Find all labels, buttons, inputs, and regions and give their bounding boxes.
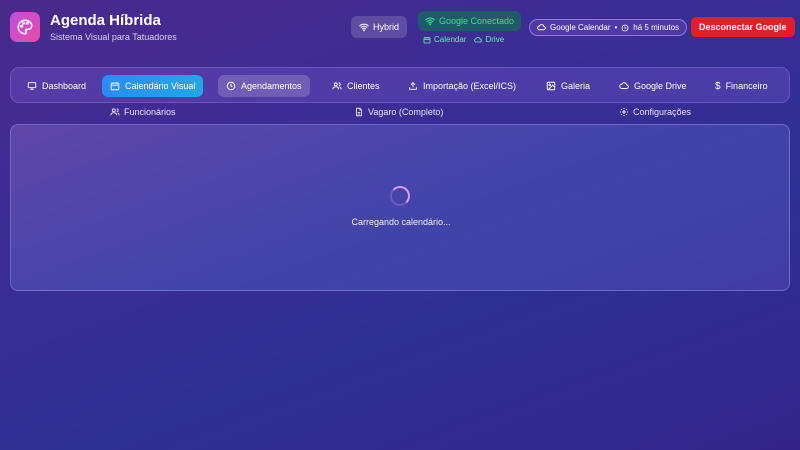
calendar-panel: Carregando calendário...: [10, 124, 790, 291]
google-connected-badge: Google Conectado: [418, 11, 522, 31]
app-title: Agenda Híbrida: [50, 12, 161, 29]
tab-calendario-visual[interactable]: Calendário Visual: [102, 75, 204, 97]
tab-importacao[interactable]: Importação (Excel/ICS): [400, 75, 524, 97]
loading-text: Carregando calendário...: [351, 217, 451, 227]
cloud-icon: [619, 81, 629, 91]
file-icon: [354, 107, 364, 117]
upload-icon: [408, 81, 418, 91]
sync-time: há 5 minutos: [633, 23, 680, 32]
wifi-icon: [425, 16, 435, 26]
google-services: Calendar Drive: [423, 35, 504, 44]
gear-icon: [619, 107, 629, 117]
tab-clientes[interactable]: Clientes: [324, 75, 388, 97]
clock-icon: [226, 81, 236, 91]
tab-agendamentos[interactable]: Agendamentos: [218, 75, 310, 97]
calendar-icon: [423, 36, 431, 43]
calendar-sync-label: Google Calendar: [550, 23, 611, 32]
google-connected-label: Google Conectado: [439, 16, 515, 26]
wifi-icon: [359, 22, 369, 32]
clock-icon: [621, 24, 629, 32]
monitor-icon: [27, 81, 37, 91]
loading-spinner-icon: [390, 186, 410, 206]
hybrid-mode-badge[interactable]: Hybrid: [351, 16, 408, 38]
tab-configuracoes[interactable]: Configurações: [619, 105, 691, 119]
separator-dot: •: [614, 23, 618, 32]
cloud-icon: [474, 36, 483, 42]
cloud-icon: [537, 23, 546, 32]
calendar-sync-badge: Google Calendar • há 5 minutos: [529, 19, 688, 36]
tab-dashboard[interactable]: Dashboard: [19, 75, 94, 97]
tab-financeiro[interactable]: $ Financeiro: [707, 75, 776, 97]
users-icon: [110, 107, 120, 117]
calendar-icon: [110, 81, 120, 91]
app-header: Agenda Híbrida Sistema Visual para Tatua…: [0, 0, 800, 56]
image-icon: [546, 81, 556, 91]
disconnect-google-button[interactable]: Desconectar Google: [691, 17, 795, 37]
tab-vagaro[interactable]: Vagaro (Completo): [354, 105, 443, 119]
hybrid-label: Hybrid: [373, 22, 400, 32]
users-icon: [332, 81, 342, 91]
main-nav: Dashboard Calendário Visual Agendamentos…: [10, 67, 790, 103]
tab-google-drive[interactable]: Google Drive: [611, 75, 695, 97]
service-calendar: Calendar: [423, 35, 466, 44]
tab-galeria[interactable]: Galeria: [538, 75, 598, 97]
dollar-icon: $: [715, 80, 721, 92]
palette-icon: [10, 12, 40, 42]
service-drive: Drive: [474, 35, 504, 44]
tab-funcionarios[interactable]: Funcionários: [110, 105, 176, 119]
app-subtitle: Sistema Visual para Tatuadores: [50, 32, 177, 42]
